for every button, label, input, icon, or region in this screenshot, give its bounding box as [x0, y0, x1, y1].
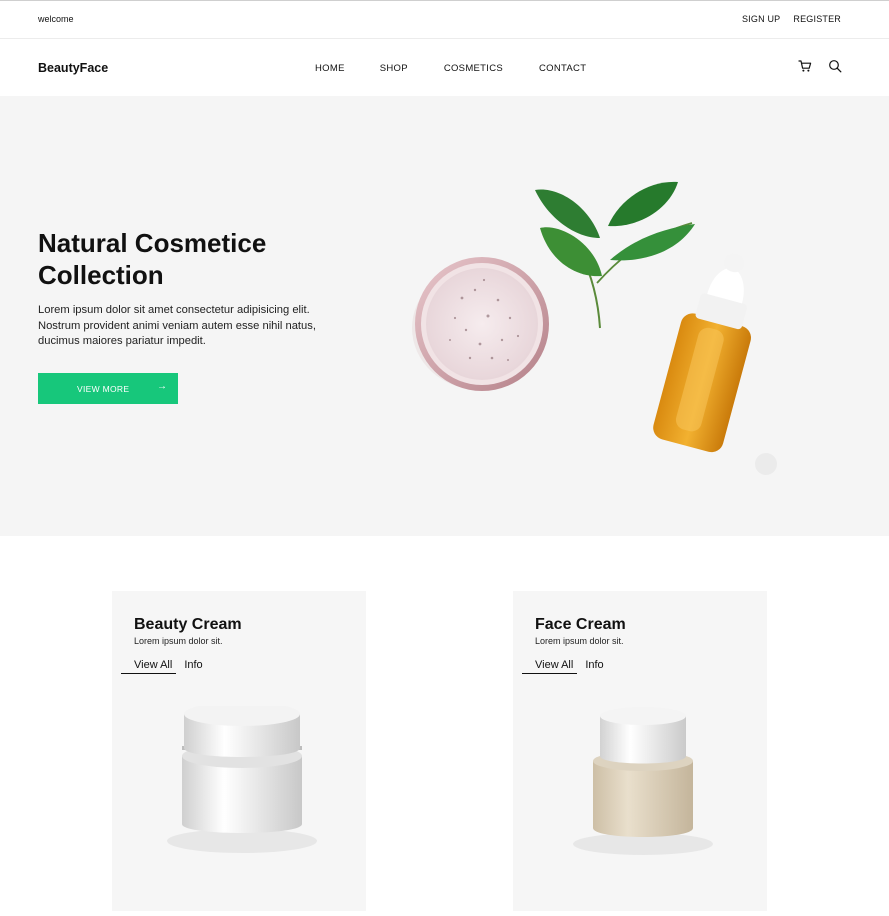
view-more-button[interactable]: VIEW MORE → — [38, 373, 178, 404]
register-link[interactable]: REGISTER — [793, 14, 841, 24]
nav-item-shop[interactable]: SHOP — [380, 63, 408, 74]
sign-up-link[interactable]: SIGN UP — [742, 14, 780, 24]
product-card: Face Cream Lorem ipsum dolor sit. View A… — [513, 591, 767, 911]
nav-item-cosmetics[interactable]: COSMETICS — [444, 63, 503, 74]
nav-item-home[interactable]: HOME — [315, 63, 345, 74]
info-link[interactable]: Info — [585, 659, 603, 671]
face-cream-jar-image — [573, 707, 713, 855]
welcome-text: welcome — [38, 14, 74, 24]
beauty-cream-jar-image — [167, 706, 317, 853]
view-more-label: VIEW MORE — [77, 384, 130, 394]
hero-title: Natural Cosmetice Collection — [38, 228, 267, 290]
top-bar: welcome SIGN UP REGISTER — [0, 0, 889, 39]
arrow-right-icon: → — [157, 381, 168, 392]
hero-section: Natural Cosmetice Collection Lorem ipsum… — [0, 96, 889, 536]
hero-description: Lorem ipsum dolor sit amet consectetur a… — [38, 304, 316, 347]
active-tab-underline — [121, 673, 176, 674]
card-links: View All Info — [134, 659, 203, 671]
nav-icons — [798, 59, 842, 73]
info-link[interactable]: Info — [184, 659, 202, 671]
main-navbar: BeautyFace HOME SHOP COSMETICS CONTACT — [0, 39, 889, 96]
card-subtitle: Lorem ipsum dolor sit. — [535, 636, 624, 646]
brand-logo[interactable]: BeautyFace — [38, 61, 108, 75]
active-tab-underline — [522, 673, 577, 674]
hero-cosmetics-image — [412, 181, 777, 475]
cart-icon[interactable] — [798, 59, 812, 73]
card-title: Face Cream — [535, 616, 626, 633]
card-subtitle: Lorem ipsum dolor sit. — [134, 636, 223, 646]
product-cards-section: Beauty Cream Lorem ipsum dolor sit. View… — [0, 536, 889, 916]
search-icon[interactable] — [828, 59, 842, 73]
card-title: Beauty Cream — [134, 616, 242, 633]
product-card: Beauty Cream Lorem ipsum dolor sit. View… — [112, 591, 366, 911]
view-all-link[interactable]: View All — [134, 659, 172, 671]
main-menu: HOME SHOP COSMETICS CONTACT — [315, 63, 586, 74]
auth-links: SIGN UP REGISTER — [742, 14, 841, 24]
nav-item-contact[interactable]: CONTACT — [539, 63, 586, 74]
view-all-link[interactable]: View All — [535, 659, 573, 671]
card-links: View All Info — [535, 659, 604, 671]
